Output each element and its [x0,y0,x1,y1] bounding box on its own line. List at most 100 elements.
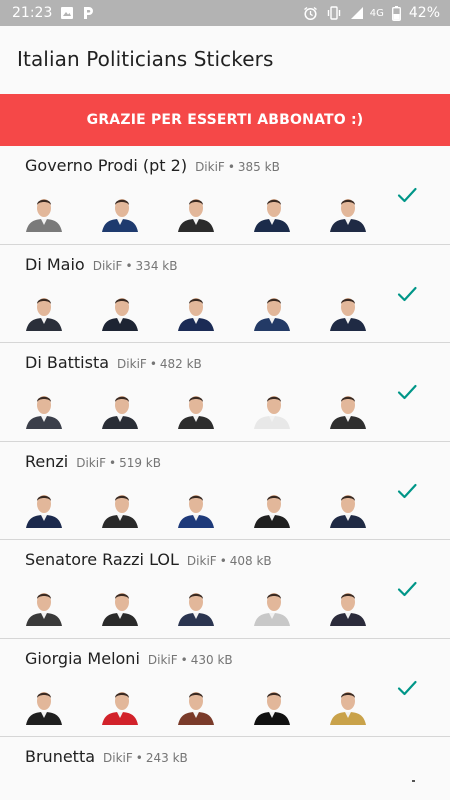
subscription-banner[interactable]: GRAZIE PER ESSERTI ABBONATO :) [0,94,450,146]
sticker-thumbnail [176,291,216,331]
battery-percent: 42% [408,5,440,21]
sticker-thumbnail [100,685,140,725]
check-icon[interactable] [396,480,418,502]
pack-meta: DikiF • 408 kB [187,554,272,568]
pack-author: DikiF [103,751,133,765]
pack-size: 519 kB [119,455,161,470]
status-right: 4G 42% [303,5,440,21]
status-time: 21:23 [12,5,53,21]
sticker-preview-strip [24,488,368,528]
pack-author: DikiF [117,357,147,371]
sticker-thumbnail [176,488,216,528]
sticker-thumbnail [252,291,292,331]
pack-size: 408 kB [229,554,272,568]
meta-separator: • [135,751,143,765]
sticker-pack-row[interactable]: Renzi DikiF • 519 kB [0,442,450,540]
sticker-preview-strip [24,192,368,232]
sticker-thumbnail [176,685,216,725]
check-icon[interactable] [396,184,418,206]
meta-separator: • [227,160,235,174]
meta-separator: • [180,652,188,667]
pack-name: Governo Prodi (pt 2) [25,156,188,175]
sticker-thumbnail [176,192,216,232]
sticker-thumbnail [24,586,64,626]
sticker-preview-strip [24,586,368,626]
meta-separator: • [149,357,157,371]
pack-header: Renzi DikiF • 519 kB [25,452,161,471]
pack-header: Brunetta DikiF • 243 kB [25,747,188,766]
pack-name: Giorgia Meloni [25,648,140,668]
sticker-thumbnail [24,685,64,725]
meta-separator: • [125,258,133,273]
app-bar: Italian Politicians Stickers [0,26,450,92]
status-left: 21:23 [12,5,94,21]
meta-separator: • [109,455,117,470]
pack-header: Di Maio DikiF • 334 kB [25,255,177,274]
sticker-pack-row[interactable]: Di Maio DikiF • 334 kB [0,245,450,343]
pack-meta: DikiF • 430 kB [148,653,233,667]
sticker-thumbnail [328,389,368,429]
sticker-thumbnail [328,488,368,528]
banner-text: GRAZIE PER ESSERTI ABBONATO :) [86,112,364,128]
vibrate-icon [326,6,342,20]
check-icon[interactable] [396,381,418,403]
check-icon[interactable] [396,283,418,305]
sticker-thumbnail [328,685,368,725]
pack-size: 385 kB [237,160,280,174]
pack-meta: DikiF • 385 kB [195,160,280,174]
sticker-thumbnail [252,586,292,626]
pack-size: 482 kB [159,357,202,371]
pack-meta: DikiF • 482 kB [117,357,202,371]
signal-icon [350,6,364,20]
status-bar: 21:23 4G 42% [0,0,450,26]
pack-meta: DikiF • 519 kB [76,456,161,470]
sticker-preview-strip [24,389,368,429]
sticker-thumbnail [100,291,140,331]
pack-author: DikiF [147,652,178,667]
pack-header: Di Battista DikiF • 482 kB [25,353,202,372]
battery-icon [391,5,401,21]
pack-name: Senatore Razzi LOL [25,550,179,569]
pack-author: DikiF [92,258,123,273]
pack-name: Di Maio [25,254,85,274]
sticker-preview-strip [24,685,368,725]
sticker-thumbnail [100,389,140,429]
pack-author: DikiF [195,160,225,174]
sticker-thumbnail [252,389,292,429]
sticker-thumbnail [24,389,64,429]
parking-icon [82,6,94,20]
sticker-thumbnail [100,488,140,528]
sticker-thumbnail [252,488,292,528]
sticker-pack-row[interactable]: Governo Prodi (pt 2) DikiF • 385 kB [0,146,450,245]
scroll-indicator [412,780,415,782]
sticker-pack-row[interactable]: Senatore Razzi LOL DikiF • 408 kB [0,540,450,639]
sticker-pack-row[interactable]: Di Battista DikiF • 482 kB [0,343,450,442]
check-icon[interactable] [396,677,418,699]
meta-separator: • [219,554,227,568]
sticker-thumbnail [100,586,140,626]
sticker-thumbnail [24,192,64,232]
sticker-thumbnail [328,192,368,232]
alarm-icon [303,6,318,21]
pack-size: 243 kB [145,751,188,765]
sticker-thumbnail [176,586,216,626]
pack-meta: DikiF • 334 kB [93,259,178,273]
sticker-pack-row[interactable]: Brunetta DikiF • 243 kB [0,737,450,800]
sticker-thumbnail [252,192,292,232]
sticker-pack-row[interactable]: Giorgia Meloni DikiF • 430 kB [0,639,450,737]
sticker-thumbnail [24,488,64,528]
image-icon [60,6,74,20]
sticker-thumbnail [252,685,292,725]
pack-name: Brunetta [25,747,96,766]
sticker-preview-strip [24,291,368,331]
check-icon[interactable] [396,578,418,600]
app-title: Italian Politicians Stickers [17,47,274,71]
pack-header: Governo Prodi (pt 2) DikiF • 385 kB [25,156,280,175]
network-type: 4G [369,7,384,19]
sticker-thumbnail [176,389,216,429]
sticker-thumbnail [328,291,368,331]
sticker-thumbnail [328,586,368,626]
pack-name: Di Battista [25,353,110,372]
sticker-pack-list[interactable]: Governo Prodi (pt 2) DikiF • 385 kB Di Maio D… [0,146,450,800]
sticker-thumbnail [24,291,64,331]
